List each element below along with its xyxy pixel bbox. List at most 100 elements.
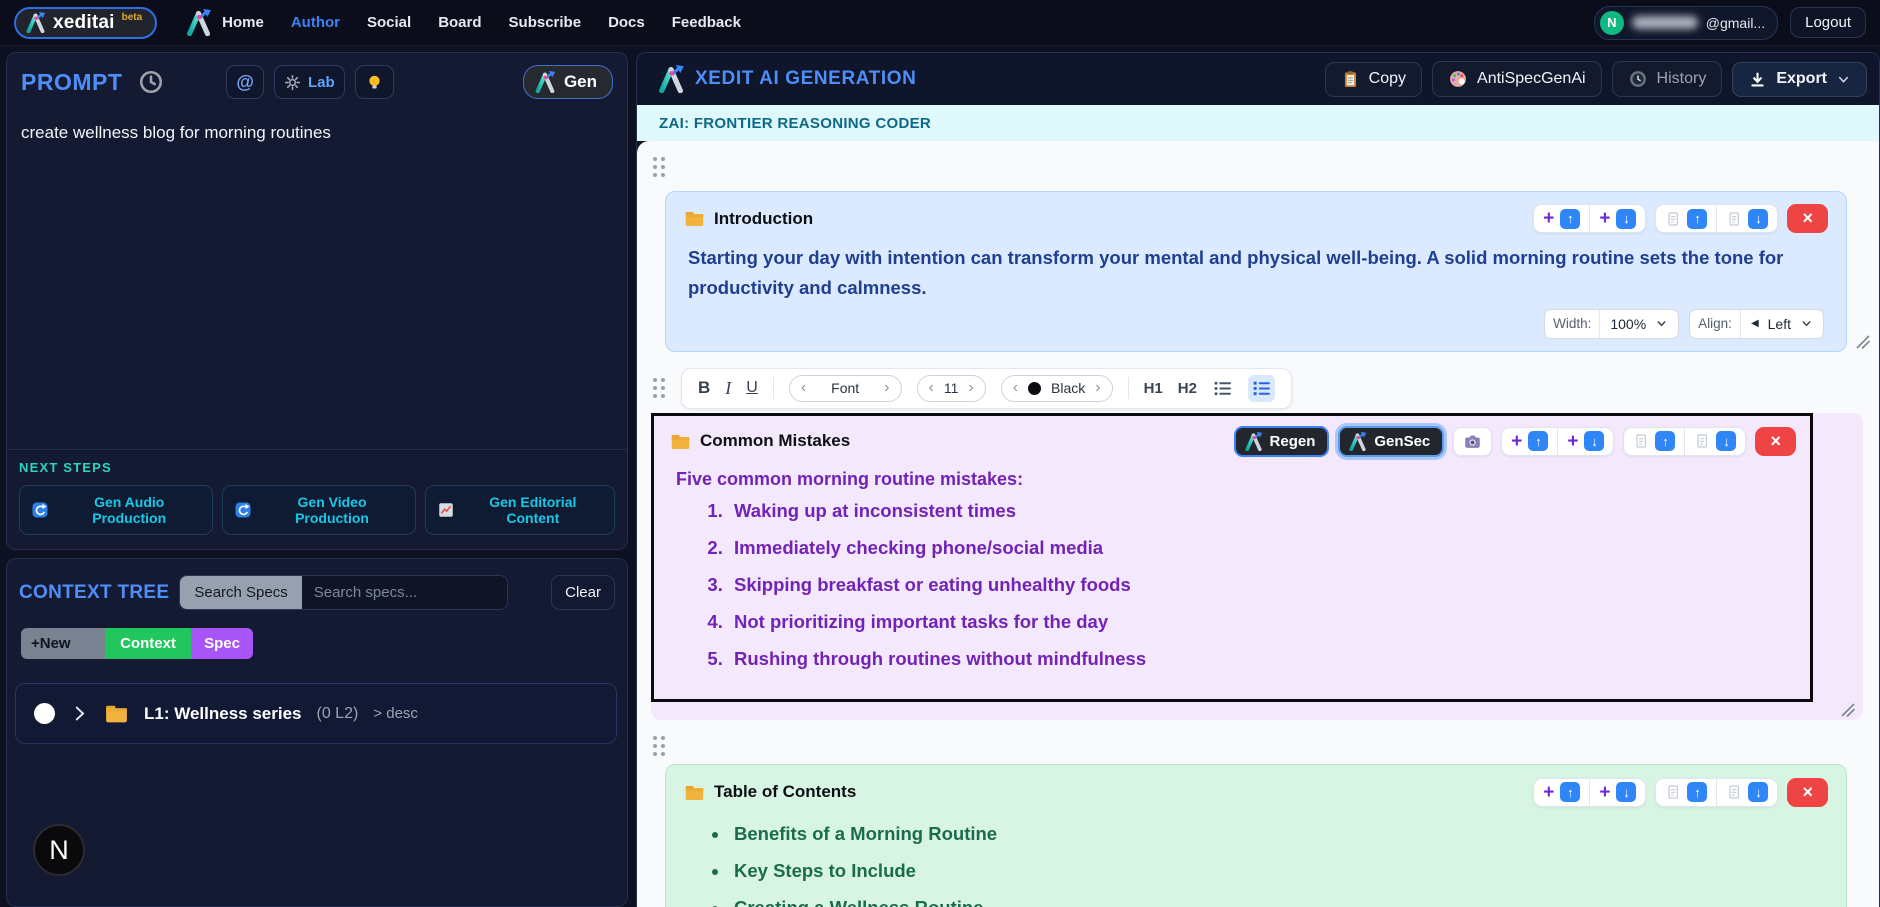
move-section-up-button[interactable]: ↑ [1656, 779, 1716, 806]
list-item[interactable]: Skipping breakfast or eating unhealthy f… [728, 574, 1796, 596]
font-size-selector[interactable]: ‹ 11 › [916, 374, 986, 402]
gen-square-icon [31, 501, 49, 519]
drag-handle[interactable] [653, 735, 667, 756]
add-section-above-button[interactable]: + ↑ [1534, 779, 1589, 806]
logout-button[interactable]: Logout [1790, 7, 1866, 38]
search-specs-label[interactable]: Search Specs [180, 576, 302, 609]
resize-handle-icon[interactable] [1856, 335, 1870, 349]
section-body-text[interactable]: Starting your day with intention can tra… [688, 243, 1788, 303]
chevron-right-icon[interactable] [70, 704, 89, 723]
toc-list: Benefits of a Morning Routine Key Steps … [730, 823, 1828, 907]
list-item[interactable]: Benefits of a Morning Routine [730, 823, 1828, 845]
add-section-below-button[interactable]: + ↓ [1589, 778, 1645, 806]
brand-logo-button[interactable]: xeditai beta [14, 6, 158, 39]
decrease-size-arrow[interactable]: ‹ [929, 379, 934, 397]
idea-button[interactable] [354, 65, 394, 99]
list-item[interactable]: Waking up at inconsistent times [728, 500, 1796, 522]
prev-color-arrow[interactable]: ‹ [1013, 379, 1018, 397]
prompt-history-icon[interactable] [138, 69, 164, 95]
nav-link-subscribe[interactable]: Subscribe [509, 14, 582, 31]
search-specs-input[interactable] [301, 576, 507, 609]
move-section-up-button[interactable]: ↑ [1656, 205, 1716, 232]
nav-link-home[interactable]: Home [222, 14, 264, 31]
tree-mode-segments: +New Context Spec [21, 628, 253, 659]
nav-link-social[interactable]: Social [367, 14, 411, 31]
gen-logo-icon [534, 71, 556, 93]
copy-button[interactable]: Copy [1324, 61, 1423, 97]
antispecgenai-button[interactable]: AntiSpecGenAi [1432, 61, 1602, 97]
font-color-value: Black [1051, 380, 1086, 397]
width-select[interactable]: 100% [1600, 310, 1678, 338]
document-canvas: Introduction + ↑ + ↓ ↑ ↓ × Starting your… [637, 141, 1879, 907]
add-section-above-button[interactable]: + ↑ [1502, 428, 1557, 455]
drag-handle[interactable] [653, 157, 667, 177]
prev-font-arrow[interactable]: ‹ [801, 379, 806, 397]
mention-button[interactable]: @ [226, 65, 264, 99]
next-font-arrow[interactable]: › [884, 379, 889, 397]
spec-tab[interactable]: Spec [191, 628, 253, 659]
tree-item-radio[interactable] [34, 703, 55, 724]
section-lead-text[interactable]: Five common morning routine mistakes: [676, 469, 1796, 490]
move-section-down-button[interactable]: ↓ [1684, 427, 1745, 455]
drag-handle[interactable] [653, 378, 667, 399]
regen-button[interactable]: Regen [1233, 425, 1330, 457]
bullet-list-button[interactable] [1212, 378, 1233, 399]
generation-panel: XEDIT AI GENERATION Copy AntiSpecGenAi H… [636, 52, 1880, 907]
list-item[interactable]: Key Steps to Include [730, 860, 1828, 882]
generate-button[interactable]: Gen [522, 65, 613, 99]
xedit-logo-icon [657, 65, 685, 93]
gensec-button[interactable]: GenSec [1338, 425, 1445, 457]
nav-link-docs[interactable]: Docs [608, 14, 645, 31]
list-item[interactable]: Immediately checking phone/social media [728, 537, 1796, 559]
user-account-button[interactable]: N @gmail... [1593, 5, 1779, 40]
context-tab[interactable]: Context [105, 628, 191, 659]
delete-section-button[interactable]: × [1787, 777, 1828, 807]
font-color-selector[interactable]: ‹ Black › [1000, 374, 1113, 402]
underline-button[interactable]: U [746, 379, 758, 397]
numbered-list-button[interactable] [1247, 374, 1275, 402]
move-section-down-button[interactable]: ↓ [1716, 778, 1777, 806]
clear-button[interactable]: Clear [551, 575, 615, 610]
nav-link-board[interactable]: Board [438, 14, 481, 31]
xeditai-logo-icon [1348, 432, 1367, 451]
lab-button[interactable]: Lab [273, 65, 345, 99]
italic-button[interactable]: I [725, 378, 731, 399]
heading2-button[interactable]: H2 [1178, 380, 1197, 397]
tree-item-desc[interactable]: > desc [373, 705, 418, 722]
section-common-mistakes: Common Mistakes Regen GenSec + ↑ + ↓ ↑ ↓… [651, 412, 1863, 720]
gen-video-production-button[interactable]: Gen Video Production [222, 485, 416, 535]
font-family-selector[interactable]: ‹ Font › [788, 374, 902, 402]
prompt-input-area[interactable]: create wellness blog for morning routine… [7, 107, 627, 449]
delete-section-button[interactable]: × [1755, 426, 1796, 456]
list-item[interactable]: Not prioritizing important tasks for the… [728, 611, 1796, 633]
gensec-label: GenSec [1374, 432, 1431, 450]
list-item[interactable]: Creating a Wellness Routine [730, 897, 1828, 907]
increase-size-arrow[interactable]: › [968, 379, 973, 397]
nav-link-feedback[interactable]: Feedback [672, 14, 741, 31]
heading1-button[interactable]: H1 [1144, 380, 1163, 397]
page-icon [1665, 211, 1681, 227]
arrow-down-icon: ↓ [1748, 208, 1769, 229]
resize-handle-icon[interactable] [1841, 703, 1855, 717]
next-color-arrow[interactable]: › [1095, 379, 1100, 397]
list-item[interactable]: Rushing through routines without mindful… [728, 648, 1796, 670]
bold-button[interactable]: B [698, 378, 710, 398]
align-select[interactable]: ◀ Left [1741, 310, 1823, 338]
move-section-down-button[interactable]: ↓ [1716, 205, 1777, 232]
mistakes-list: Waking up at inconsistent times Immediat… [728, 500, 1796, 670]
tree-item-wellness-series[interactable]: L1: Wellness series (0 L2) > desc [15, 683, 617, 744]
xeditai-logo-icon [1244, 432, 1263, 451]
font-family-value: Font [831, 380, 860, 397]
snapshot-button[interactable] [1453, 426, 1493, 456]
add-section-below-button[interactable]: + ↓ [1557, 427, 1613, 455]
history-button[interactable]: History [1611, 61, 1723, 97]
export-button[interactable]: Export [1732, 61, 1867, 97]
delete-section-button[interactable]: × [1787, 204, 1828, 233]
new-node-button[interactable]: +New [21, 628, 105, 659]
add-section-above-button[interactable]: + ↑ [1534, 205, 1589, 232]
nav-link-author[interactable]: Author [291, 14, 340, 31]
gen-audio-production-button[interactable]: Gen Audio Production [19, 485, 214, 535]
add-section-below-button[interactable]: + ↓ [1589, 205, 1645, 232]
gen-editorial-content-button[interactable]: Gen Editorial Content [424, 485, 615, 535]
move-section-up-button[interactable]: ↑ [1624, 428, 1684, 455]
